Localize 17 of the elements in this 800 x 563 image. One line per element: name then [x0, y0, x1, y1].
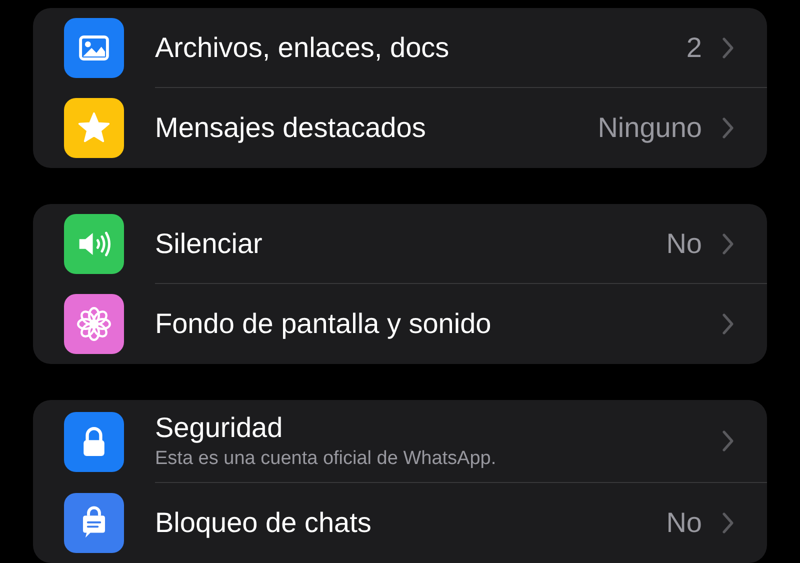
chevron-icon[interactable] — [722, 36, 734, 58]
row-label: Archivos, enlaces, docs — [155, 30, 450, 64]
row-value: Ninguno — [598, 111, 702, 145]
row-value: No — [666, 506, 702, 540]
row-label: Silenciar — [155, 226, 264, 260]
row-subtitle: Esta es una cuenta oficial de WhatsApp. — [155, 447, 498, 471]
chevron-icon[interactable] — [722, 117, 734, 139]
chevron-icon[interactable] — [722, 313, 734, 335]
row-value: No — [666, 226, 702, 260]
chevron-icon[interactable] — [722, 232, 734, 254]
row-label: Bloqueo de chats — [155, 506, 372, 540]
chevron-icon[interactable] — [722, 430, 734, 452]
row-label: Seguridad — [155, 411, 284, 445]
row-value: 2 — [686, 30, 702, 64]
row-label: Fondo de pantalla y sonido — [155, 307, 492, 341]
row-label: Mensajes destacados — [155, 111, 427, 145]
chevron-icon[interactable] — [722, 512, 734, 534]
